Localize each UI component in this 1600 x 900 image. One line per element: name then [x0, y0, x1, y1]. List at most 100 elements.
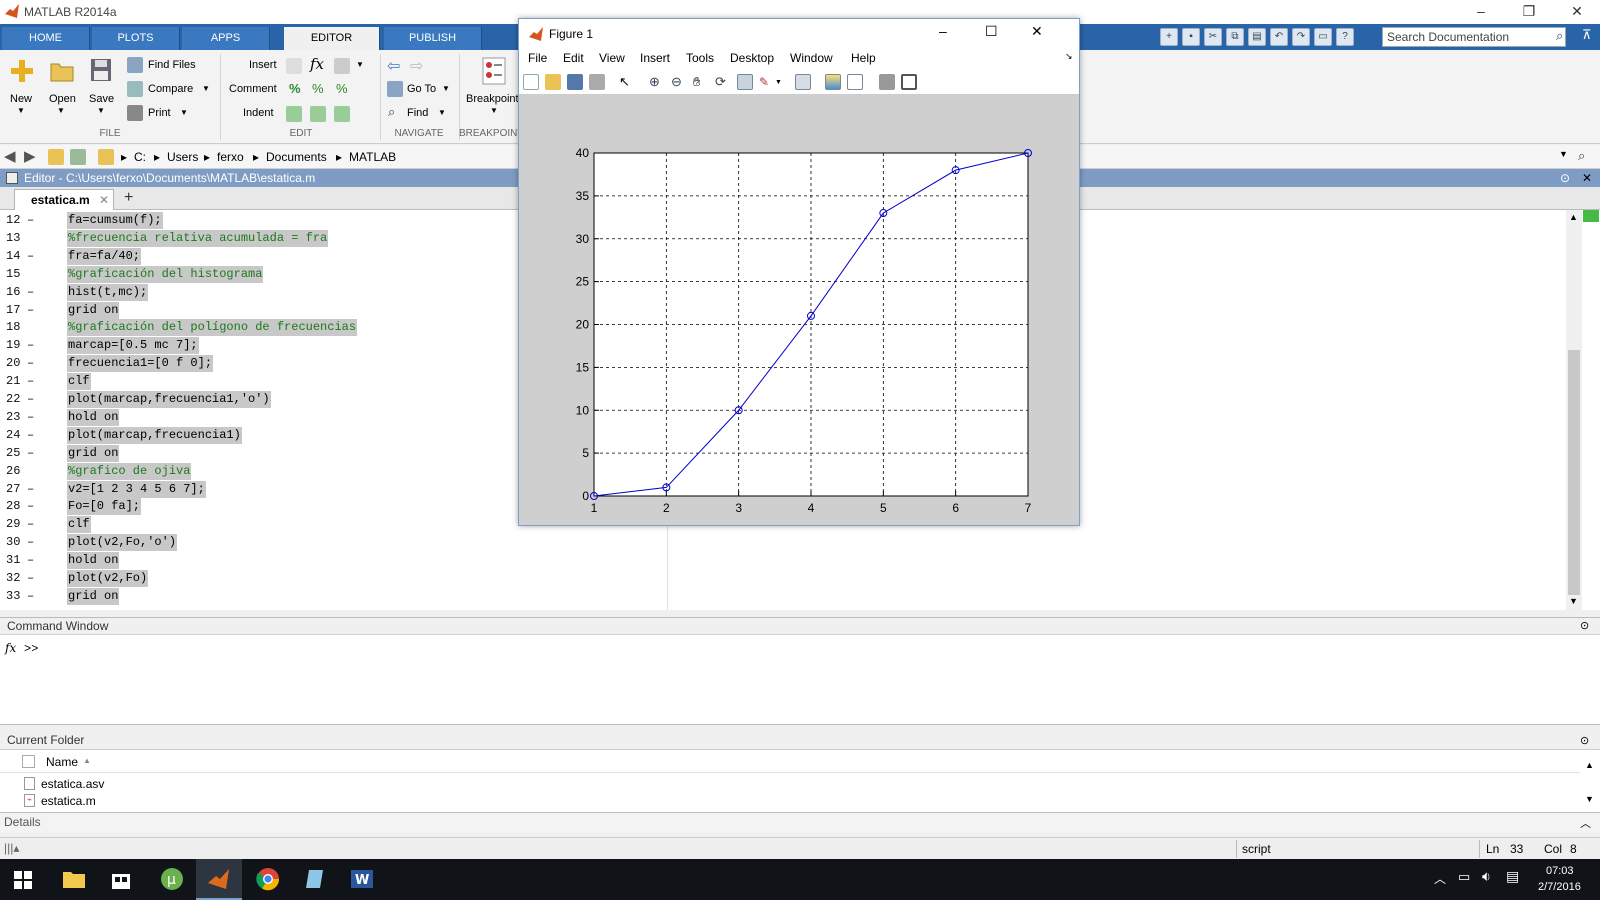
chevron-down-icon[interactable]: ▼ — [57, 106, 65, 115]
code-line[interactable]: fa=cumsum(f); — [67, 212, 163, 229]
undo-icon[interactable]: ↶ — [1270, 28, 1288, 46]
browse-folder-icon[interactable] — [70, 149, 86, 165]
code-line[interactable]: %grafico de ojiva — [67, 462, 192, 480]
scroll-up-icon[interactable]: ▲ — [1569, 212, 1578, 222]
edit-plot-icon[interactable]: ↖ — [619, 74, 635, 90]
maximize-button[interactable]: ☐ — [985, 23, 998, 40]
chevron-down-icon[interactable]: ▼ — [180, 108, 188, 117]
save-icon[interactable]: ▪ — [1182, 28, 1200, 46]
scroll-thumb[interactable] — [1568, 350, 1580, 595]
compare-button[interactable]: Compare — [148, 83, 193, 95]
word-icon[interactable]: W — [350, 867, 374, 891]
restore-button[interactable]: ❐ — [1506, 0, 1552, 24]
save-button[interactable]: Save — [89, 93, 114, 105]
smart-indent-icon[interactable] — [286, 106, 302, 122]
rotate-3d-icon[interactable]: ⟳ — [715, 74, 731, 90]
breadcrumb-matlab[interactable]: MATLAB — [349, 150, 396, 164]
tab-publish[interactable]: PUBLISH — [384, 27, 482, 50]
menu-desktop[interactable]: Desktop — [730, 51, 774, 65]
chevron-down-icon[interactable]: ▼ — [438, 108, 446, 117]
back-arrow-icon[interactable]: ⇦ — [387, 56, 400, 76]
chevron-down-icon[interactable]: ▼ — [97, 106, 105, 115]
menu-help[interactable]: Help — [851, 51, 876, 65]
scroll-up-icon[interactable]: ▲ — [1585, 760, 1594, 770]
code-line[interactable]: clf — [67, 516, 91, 534]
notifications-icon[interactable]: ▤ — [1506, 868, 1519, 885]
list-item[interactable]: estatica.asv — [0, 775, 1580, 792]
minimize-button[interactable]: – — [1458, 0, 1504, 24]
notepad-icon[interactable] — [304, 867, 328, 891]
network-icon[interactable]: ▭ — [1458, 869, 1470, 885]
code-line[interactable]: v2=[1 2 3 4 5 6 7]; — [67, 480, 206, 498]
new-figure-icon[interactable] — [523, 74, 539, 90]
code-line[interactable]: hold on — [67, 408, 120, 426]
command-window[interactable]: fx >> — [0, 635, 1600, 725]
windows-start-icon[interactable] — [14, 871, 32, 889]
link-plot-icon[interactable] — [795, 74, 811, 90]
chevron-down-icon[interactable]: ▼ — [1559, 149, 1568, 159]
back-arrow-icon[interactable]: ◀ — [4, 147, 16, 165]
ogive-line-chart[interactable]: 1 2 3 4 5 6 7 0 5 10 15 20 25 30 35 40 — [519, 95, 1079, 525]
close-button[interactable]: ✕ — [1554, 0, 1600, 24]
panel-menu-icon[interactable]: ⊙ — [1560, 169, 1570, 187]
chevron-down-icon[interactable]: ▼ — [490, 106, 498, 115]
code-line[interactable]: plot(v2,Fo,'o') — [67, 534, 178, 552]
redo-icon[interactable]: ↷ — [1292, 28, 1310, 46]
up-folder-icon[interactable] — [48, 149, 64, 165]
insert-function-icon[interactable] — [334, 58, 350, 74]
code-line[interactable]: Fo=[0 fa]; — [67, 498, 142, 516]
scroll-down-icon[interactable]: ▼ — [1585, 794, 1594, 804]
forward-arrow-icon[interactable]: ▶ — [24, 147, 36, 165]
print-figure-icon[interactable] — [589, 74, 605, 90]
details-header[interactable]: Details — [0, 812, 1600, 832]
find-files-button[interactable]: Find Files — [148, 59, 196, 71]
brush-icon[interactable]: ✎ — [759, 74, 775, 90]
menu-insert[interactable]: Insert — [640, 51, 670, 65]
insert-button[interactable]: Insert — [249, 59, 277, 71]
breadcrumb-users[interactable]: Users — [167, 150, 198, 164]
panel-menu-icon[interactable]: ⊙ — [1580, 734, 1589, 747]
code-line[interactable]: fra=fa/40; — [67, 247, 142, 265]
breadcrumb-documents[interactable]: Documents — [266, 150, 327, 164]
chevron-down-icon[interactable]: ▼ — [442, 84, 450, 93]
file-explorer-icon[interactable] — [62, 869, 86, 889]
help-icon[interactable]: ? — [1336, 28, 1354, 46]
code-line[interactable]: clf — [67, 373, 91, 391]
expand-details-icon[interactable]: ︿ — [1580, 815, 1591, 831]
new-icon[interactable]: + — [1160, 28, 1178, 46]
clock-date[interactable]: 2/7/2016 — [1538, 881, 1581, 893]
breakpoints-button[interactable]: Breakpoints — [466, 93, 524, 105]
tab-apps[interactable]: APPS — [182, 27, 270, 50]
fx-icon[interactable]: fx — [310, 55, 324, 73]
tab-editor[interactable]: EDITOR — [284, 27, 380, 50]
minimize-button[interactable]: – — [939, 23, 947, 39]
go-to-button[interactable]: Go To — [407, 83, 436, 95]
status-grip-icon[interactable]: |||▴ — [4, 841, 19, 855]
open-button[interactable]: Open — [49, 93, 76, 105]
chevron-down-icon[interactable]: ▼ — [17, 106, 25, 115]
chevron-down-icon[interactable]: ▼ — [356, 60, 364, 69]
close-icon[interactable]: ✕ — [1582, 169, 1592, 187]
store-icon[interactable] — [110, 868, 132, 890]
search-icon[interactable]: ⌕ — [1556, 28, 1563, 44]
switch-windows-icon[interactable]: ▭ — [1314, 28, 1332, 46]
code-line[interactable]: frecuencia1=[0 f 0]; — [67, 355, 214, 373]
utorrent-icon[interactable]: µ — [160, 867, 184, 891]
editor-scrollbar[interactable]: ▲ ▼ — [1566, 210, 1582, 610]
volume-icon[interactable]: 🔉︎ — [1482, 868, 1491, 885]
menu-view[interactable]: View — [599, 51, 625, 65]
save-figure-icon[interactable] — [567, 74, 583, 90]
code-line[interactable]: plot(marcap,frecuencia1,'o') — [67, 391, 271, 408]
decrease-indent-icon[interactable] — [334, 106, 350, 122]
close-tab-icon[interactable]: ✕ — [99, 190, 109, 210]
code-analyzer-indicator[interactable] — [1583, 210, 1599, 222]
panel-menu-icon[interactable]: ⊙ — [1580, 619, 1589, 632]
menu-file[interactable]: File — [528, 51, 547, 65]
code-line[interactable]: %graficación del polígono de frecuencias — [67, 319, 358, 337]
breadcrumb-ferxo[interactable]: ferxo — [217, 150, 244, 164]
print-button[interactable]: Print — [148, 107, 171, 119]
collapse-toolstrip-icon[interactable]: ⊼ — [1582, 27, 1592, 43]
chrome-icon[interactable] — [256, 867, 280, 891]
breadcrumb-c[interactable]: C: — [134, 150, 146, 164]
code-line[interactable]: plot(marcap,frecuencia1) — [67, 426, 242, 444]
